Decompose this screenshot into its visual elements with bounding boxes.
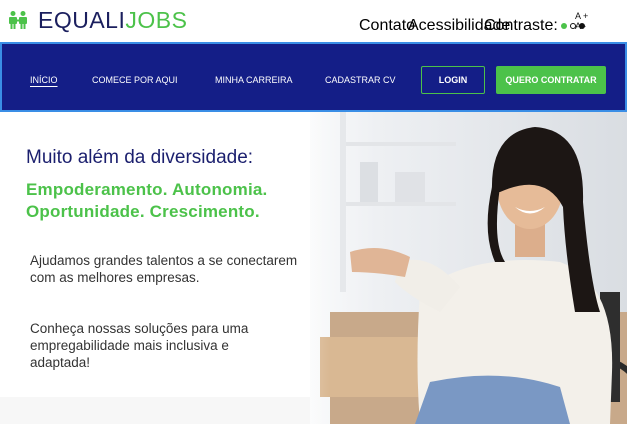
logo-text: EQUALIJOBS	[38, 7, 187, 34]
hero-paragraph-solutions: Conheça nossas soluções para uma emprega…	[30, 321, 249, 370]
font-decrease-button[interactable]: A -	[575, 21, 588, 31]
font-increase-button[interactable]: A +	[575, 11, 588, 21]
login-button[interactable]: LOGIN	[421, 66, 485, 94]
contrast-selector: Contraste:	[484, 17, 585, 35]
logo-text-part1: EQUALI	[38, 6, 126, 33]
top-bar: EQUALIJOBS Contato Acessibilidade Contra…	[0, 0, 627, 42]
logo[interactable]: EQUALIJOBS	[8, 6, 187, 34]
hero-subtitle-line1: Empoderamento. Autonomia.	[26, 180, 268, 199]
contrast-label: Contraste:	[484, 17, 558, 34]
hero-text-block: Muito além da diversidade: Empoderamento…	[0, 112, 627, 424]
hero-subtitle: Empoderamento. Autonomia. Oportunidade. …	[26, 179, 267, 223]
logo-text-part2: JOBS	[125, 6, 188, 33]
contrast-green-dot[interactable]	[560, 23, 567, 29]
hero-subtitle-line2: Oportunidade. Crescimento.	[26, 202, 260, 221]
hero-title: Muito além da diversidade:	[26, 147, 254, 168]
nav-item-inicio[interactable]: INÍCIO	[30, 75, 58, 85]
nav-item-minha-carreira[interactable]: MINHA CARREIRA	[215, 75, 293, 85]
font-size-controls: A + A -	[575, 11, 588, 31]
people-icon	[9, 11, 27, 29]
nav-item-comece-por-aqui[interactable]: COMECE POR AQUI	[92, 75, 178, 85]
hero-paragraph-talents: Ajudamos grandes talentos a se conectare…	[30, 253, 298, 285]
hero-section: Muito além da diversidade: Empoderamento…	[0, 112, 627, 424]
contato-link[interactable]: Contato	[359, 17, 415, 35]
nav-item-cadastrar-cv[interactable]: CADASTRAR CV	[325, 75, 396, 85]
main-nav: INÍCIO COMECE POR AQUI MINHA CARREIRA CA…	[0, 42, 627, 112]
hire-button[interactable]: QUERO CONTRATAR	[496, 66, 606, 94]
